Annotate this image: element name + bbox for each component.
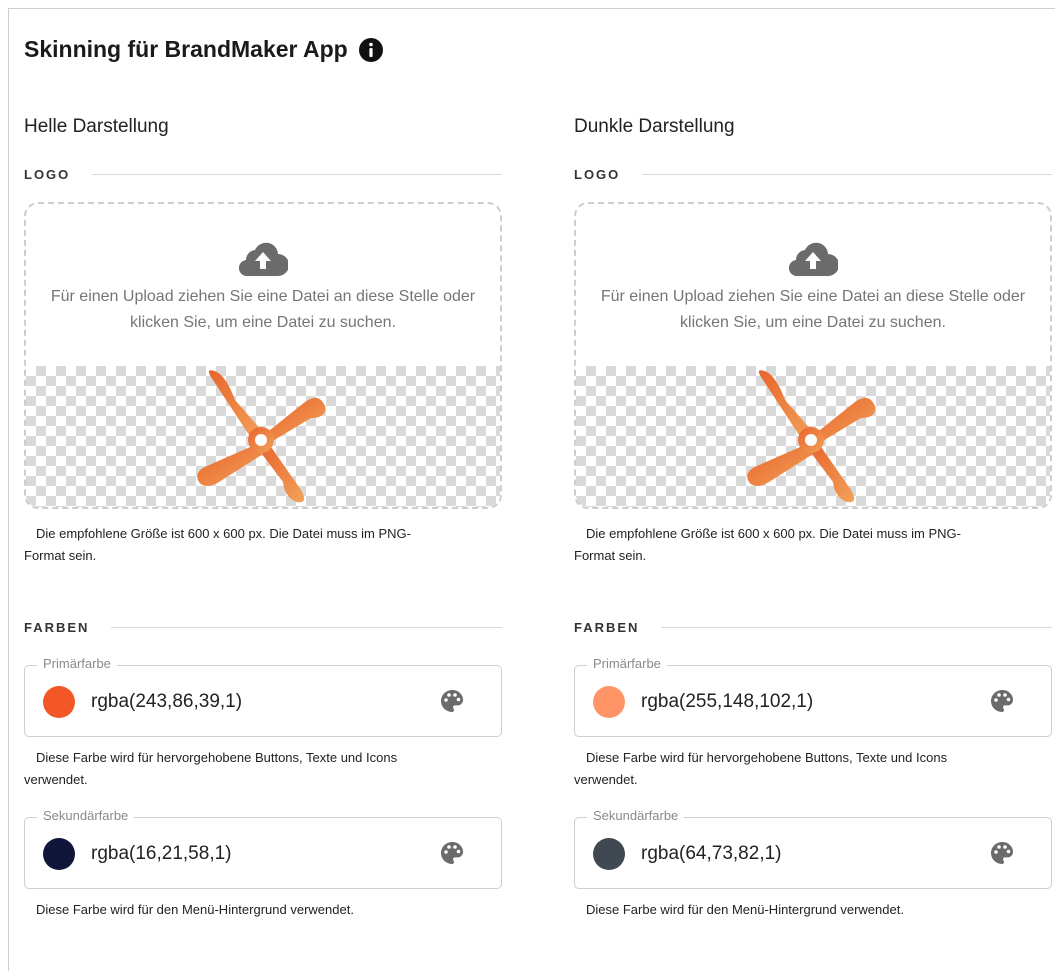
logo-help-text: Die empfohlene Größe ist 600 x 600 px. D… <box>574 523 1052 567</box>
logo-upload-dropzone[interactable]: Für einen Upload ziehen Sie eine Datei a… <box>574 202 1052 509</box>
field-label: Primärfarbe <box>587 656 667 671</box>
logo-help-line-2: Format sein. <box>574 548 647 563</box>
section-divider <box>642 173 1052 175</box>
primary-help-text: Diese Farbe wird für hervorgehobene Butt… <box>574 747 1052 791</box>
color-value[interactable]: rgba(16,21,58,1) <box>91 840 232 868</box>
secondary-help-text: Diese Farbe wird für den Menü-Hintergrun… <box>574 899 1052 921</box>
primary-help-line-2: verwendet. <box>574 772 638 787</box>
primary-help-text: Diese Farbe wird für hervorgehobene Butt… <box>24 747 502 791</box>
palette-icon[interactable] <box>989 840 1015 866</box>
primary-help-line-1: Diese Farbe wird für hervorgehobene Butt… <box>36 750 398 765</box>
light-theme-column: Helle Darstellung LOGO Für einen Upload … <box>24 110 502 921</box>
page-header: Skinning für BrandMaker App <box>24 36 384 63</box>
primary-help-line-1: Diese Farbe wird für hervorgehobene Butt… <box>586 750 948 765</box>
logo-section-header: LOGO <box>24 164 502 184</box>
section-label: LOGO <box>574 166 621 182</box>
secondary-color-field[interactable]: Sekundärfarbe rgba(16,21,58,1) <box>24 808 502 889</box>
dark-theme-column: Dunkle Darstellung LOGO Für einen Upload… <box>574 110 1052 921</box>
colors-section-header: FARBEN <box>574 617 1052 637</box>
color-swatch[interactable] <box>43 686 75 718</box>
theme-title: Dunkle Darstellung <box>574 116 735 137</box>
dropzone-prompt[interactable]: Für einen Upload ziehen Sie eine Datei a… <box>576 204 1050 366</box>
color-swatch[interactable] <box>593 838 625 870</box>
section-divider <box>92 173 502 175</box>
color-value[interactable]: rgba(64,73,82,1) <box>641 840 782 868</box>
dropzone-prompt[interactable]: Für einen Upload ziehen Sie eine Datei a… <box>26 204 500 366</box>
cloud-upload-icon <box>238 242 288 276</box>
logo-preview <box>576 366 1050 507</box>
logo-help-line-1: Die empfohlene Größe ist 600 x 600 px. D… <box>586 526 961 541</box>
logo-help-line-1: Die empfohlene Größe ist 600 x 600 px. D… <box>36 526 411 541</box>
secondary-help-line: Diese Farbe wird für den Menü-Hintergrun… <box>586 902 904 917</box>
primary-help-line-2: verwendet. <box>24 772 88 787</box>
primary-color-field[interactable]: Primärfarbe rgba(255,148,102,1) <box>574 656 1052 737</box>
secondary-color-field[interactable]: Sekundärfarbe rgba(64,73,82,1) <box>574 808 1052 889</box>
palette-icon[interactable] <box>989 688 1015 714</box>
color-value[interactable]: rgba(255,148,102,1) <box>641 688 813 716</box>
section-label: FARBEN <box>24 619 90 635</box>
field-label: Sekundärfarbe <box>587 808 685 823</box>
color-swatch[interactable] <box>593 686 625 718</box>
section-label: LOGO <box>24 166 71 182</box>
logo-help-text: Die empfohlene Größe ist 600 x 600 px. D… <box>24 523 502 567</box>
upload-hint: Für einen Upload ziehen Sie eine Datei a… <box>600 288 1026 331</box>
logo-help-line-2: Format sein. <box>24 548 97 563</box>
theme-title: Helle Darstellung <box>24 116 169 137</box>
field-label: Sekundärfarbe <box>37 808 135 823</box>
info-icon[interactable] <box>358 37 384 63</box>
primary-color-field[interactable]: Primärfarbe rgba(243,86,39,1) <box>24 656 502 737</box>
section-divider <box>661 626 1052 628</box>
logo-section-header: LOGO <box>574 164 1052 184</box>
brandmaker-logo <box>197 370 326 503</box>
color-swatch[interactable] <box>43 838 75 870</box>
palette-icon[interactable] <box>439 688 465 714</box>
brandmaker-logo <box>747 370 876 503</box>
section-divider <box>111 626 502 628</box>
color-value[interactable]: rgba(243,86,39,1) <box>91 688 242 716</box>
cloud-upload-icon <box>788 242 838 276</box>
logo-upload-dropzone[interactable]: Für einen Upload ziehen Sie eine Datei a… <box>24 202 502 509</box>
section-label: FARBEN <box>574 619 640 635</box>
secondary-help-text: Diese Farbe wird für den Menü-Hintergrun… <box>24 899 502 921</box>
secondary-help-line: Diese Farbe wird für den Menü-Hintergrun… <box>36 902 354 917</box>
upload-hint: Für einen Upload ziehen Sie eine Datei a… <box>50 288 476 331</box>
logo-preview <box>26 366 500 507</box>
field-label: Primärfarbe <box>37 656 117 671</box>
colors-section-header: FARBEN <box>24 617 502 637</box>
page-title: Skinning für BrandMaker App <box>24 36 348 62</box>
palette-icon[interactable] <box>439 840 465 866</box>
